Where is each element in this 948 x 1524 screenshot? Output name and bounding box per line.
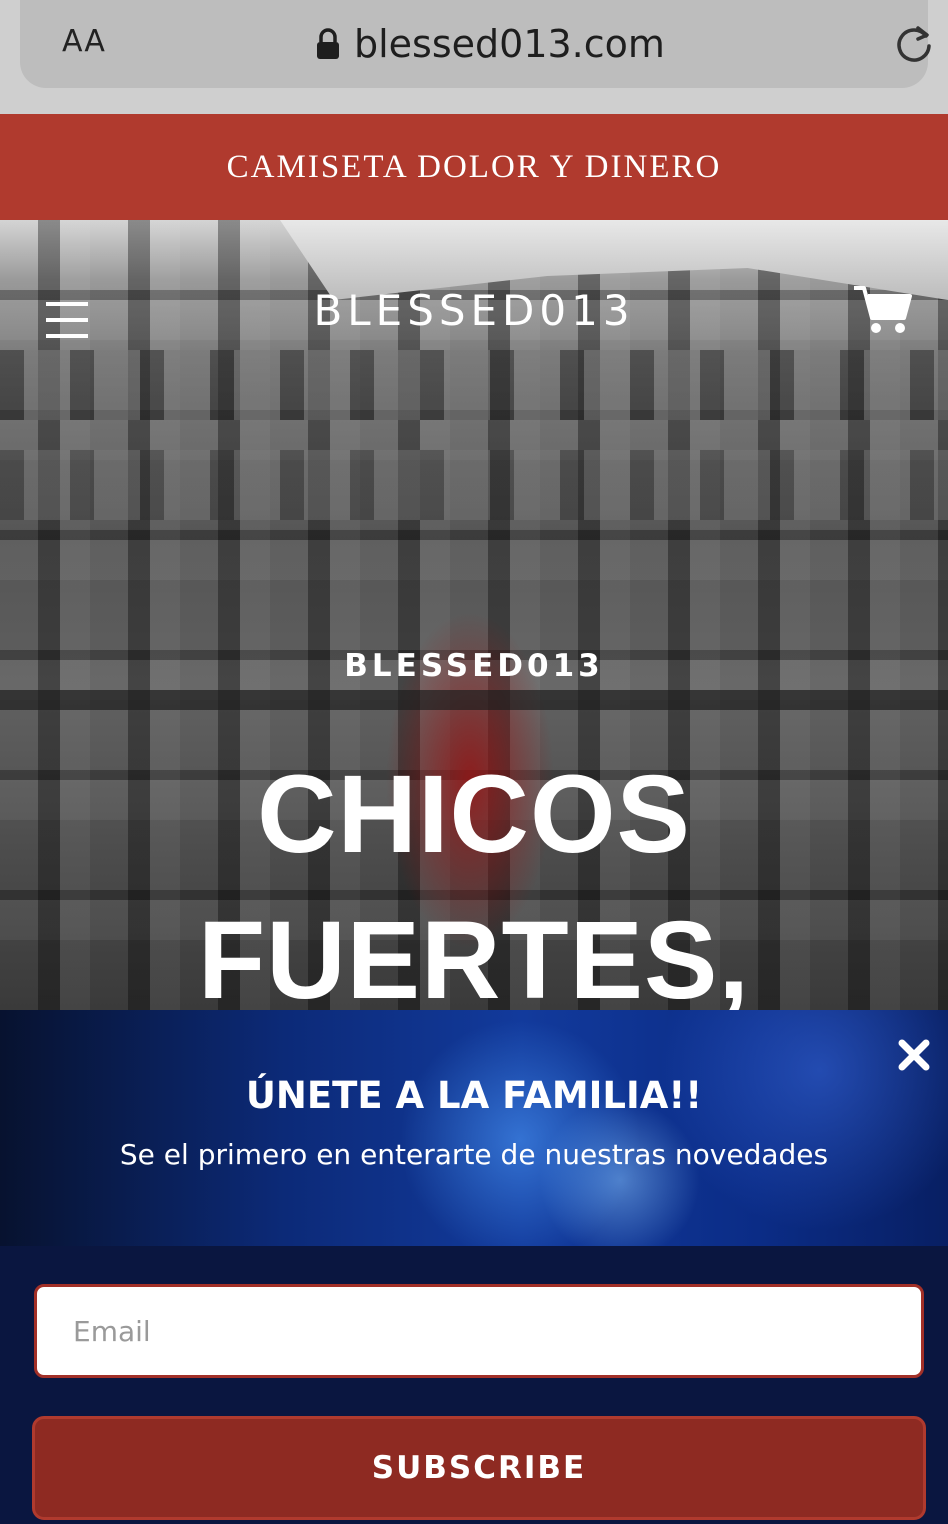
newsletter-popup: ÚNETE A LA FAMILIA!! Se el primero en en… <box>0 1010 948 1524</box>
hero-background-detail <box>0 450 948 520</box>
announcement-bar[interactable]: CAMISETA DOLOR Y DINERO <box>0 114 948 220</box>
hero-title-line-1: CHICOS <box>257 753 691 876</box>
url-text: blessed013.com <box>354 22 665 66</box>
site-logo[interactable]: BLESSED013 <box>0 286 948 335</box>
cart-icon[interactable] <box>852 284 912 336</box>
subscribe-button[interactable]: SUBSCRIBE <box>32 1416 926 1520</box>
close-icon[interactable] <box>897 1038 931 1072</box>
text-size-button[interactable]: AA <box>62 24 106 59</box>
hero-subtitle: BLESSED013 <box>344 648 604 684</box>
browser-toolbar: AA blessed013.com <box>0 0 948 114</box>
hero-background-detail <box>0 690 948 710</box>
hero-section: BLESSED013 BLESSED013 CHICOS FUERTES, <box>0 220 948 1010</box>
lock-icon <box>316 28 340 60</box>
popup-title: ÚNETE A LA FAMILIA!! <box>245 1074 703 1117</box>
hero-title-line-2: FUERTES, <box>198 899 750 1010</box>
announcement-text: CAMISETA DOLOR Y DINERO <box>226 148 722 185</box>
reload-icon[interactable] <box>892 22 936 66</box>
email-field[interactable] <box>34 1284 924 1378</box>
popup-text: Se el primero en enterarte de nuestras n… <box>119 1138 829 1171</box>
address-bar[interactable]: AA blessed013.com <box>20 0 931 88</box>
hero-title: CHICOS FUERTES, <box>0 742 948 1010</box>
hero-background-detail <box>0 350 948 420</box>
popup-banner-image: ÚNETE A LA FAMILIA!! Se el primero en en… <box>0 1010 948 1246</box>
url-display[interactable]: blessed013.com <box>316 18 665 70</box>
